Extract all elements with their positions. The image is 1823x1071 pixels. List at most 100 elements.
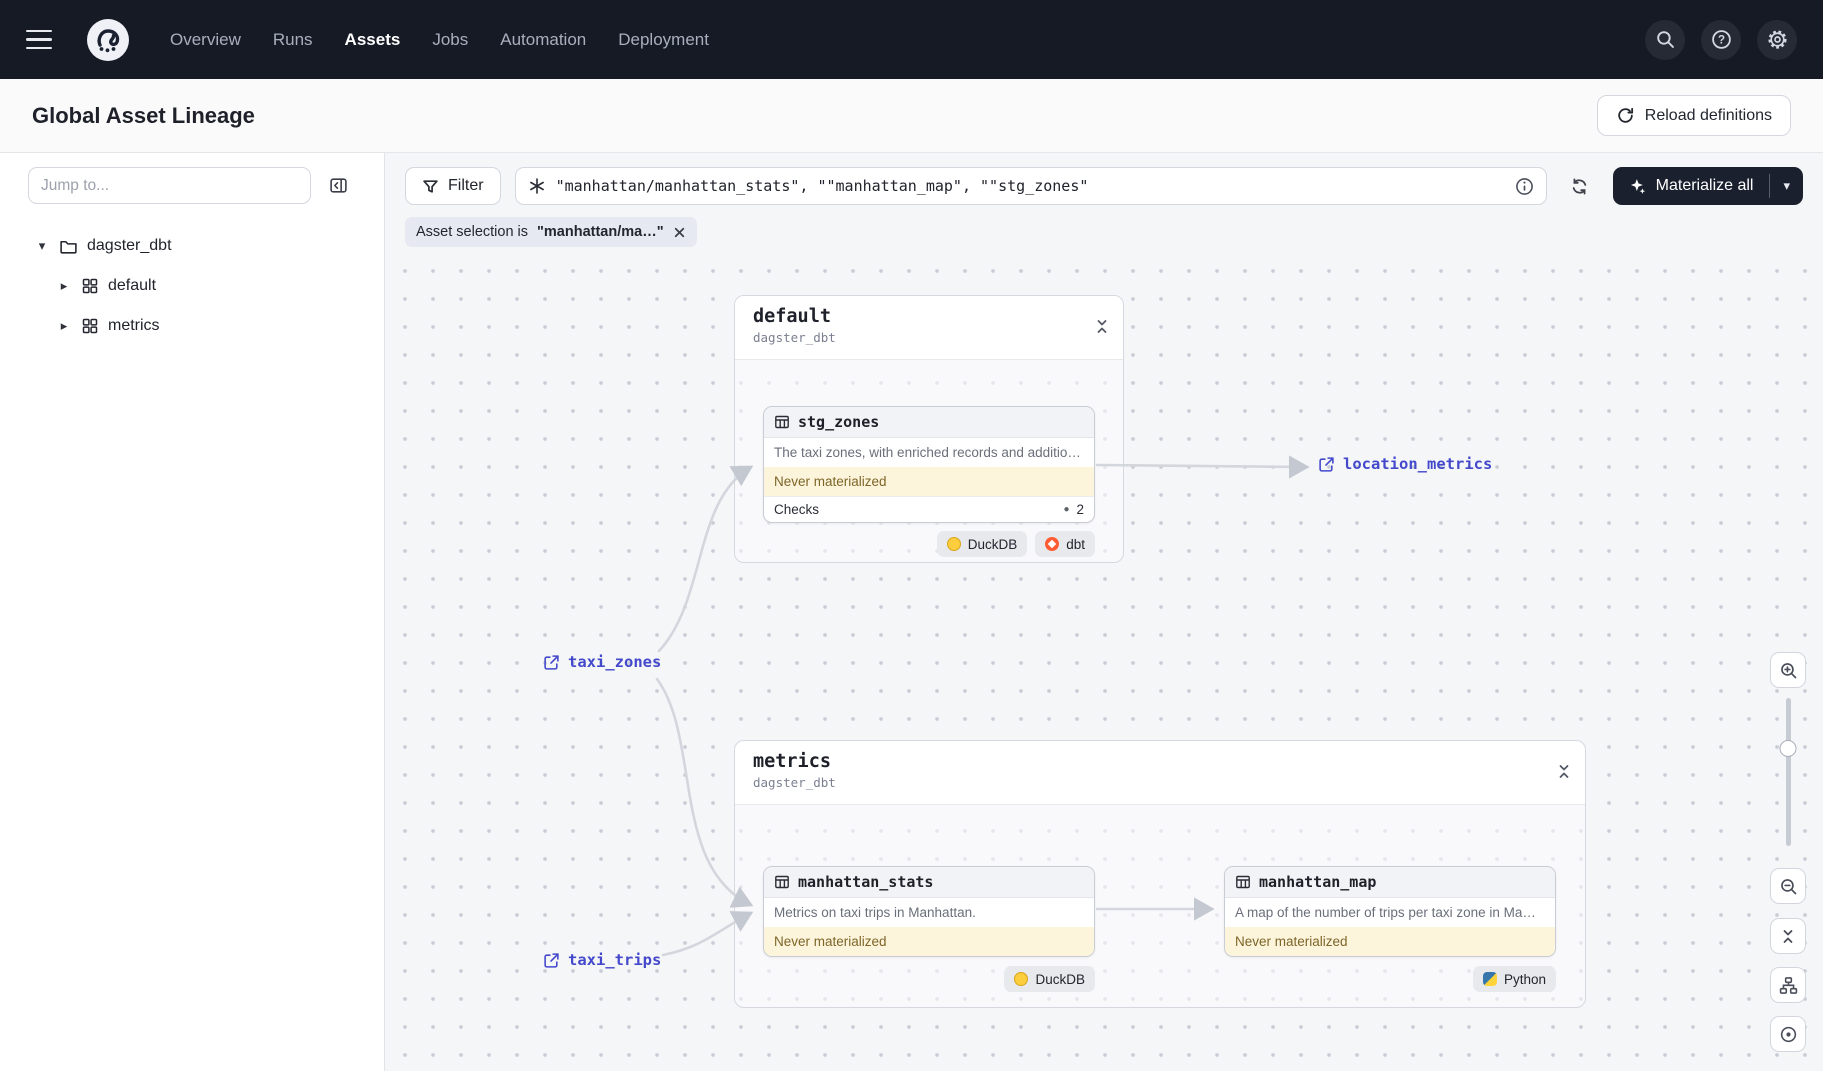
lineage-canvas[interactable]: default dagster_dbt metrics dagster_dbt (385, 255, 1823, 1071)
nav-item-deployment[interactable]: Deployment (618, 30, 709, 50)
tree-item-metrics[interactable]: ▸ metrics (0, 306, 384, 346)
collapse-panel-icon (329, 176, 348, 195)
external-asset-label: location_metrics (1343, 455, 1492, 473)
materialize-all-split-button: Materialize all ▾ (1613, 167, 1803, 205)
zoom-in-icon (1779, 661, 1798, 680)
search-button[interactable] (1645, 20, 1685, 60)
graph-toolbar: Filter (405, 167, 1803, 205)
dagster-logo-icon[interactable] (86, 18, 130, 62)
caret-right-icon[interactable]: ▸ (56, 278, 72, 294)
asset-node-manhattan-stats[interactable]: manhattan_stats Metrics on taxi trips in… (763, 866, 1095, 957)
zoom-in-button[interactable] (1770, 652, 1806, 688)
edge-taxi-zones-stg-zones (659, 467, 751, 651)
nav-item-runs[interactable]: Runs (273, 30, 313, 50)
info-icon[interactable] (1515, 177, 1534, 196)
external-link-icon (543, 654, 560, 671)
asset-selection-icon (528, 177, 546, 195)
caret-right-icon[interactable]: ▸ (56, 318, 72, 334)
search-icon (1655, 29, 1676, 50)
graph-layout-button[interactable] (1770, 967, 1806, 1003)
reload-definitions-button[interactable]: Reload definitions (1597, 95, 1791, 136)
table-icon (774, 874, 790, 890)
tag-duckdb[interactable]: DuckDB (937, 531, 1028, 557)
zoom-slider-thumb[interactable] (1780, 740, 1797, 757)
asset-status-badge: Never materialized (1225, 927, 1555, 956)
tag-duckdb[interactable]: DuckDB (1004, 966, 1095, 992)
zoom-out-button[interactable] (1770, 868, 1806, 904)
asset-selection-input[interactable] (556, 177, 1505, 195)
external-link-icon (543, 952, 560, 969)
tree-item-label: dagster_dbt (87, 237, 172, 255)
tag-label: Python (1504, 972, 1546, 987)
edge-stg-zones-location-metrics (1097, 465, 1307, 467)
tree-item-dagster-dbt[interactable]: ▾ dagster_dbt (0, 226, 384, 266)
nav-links: Overview Runs Assets Jobs Automation Dep… (170, 30, 709, 50)
caret-down-icon[interactable]: ▾ (34, 238, 50, 254)
nav-item-automation[interactable]: Automation (500, 30, 586, 50)
asset-selection-input-wrap (515, 167, 1547, 205)
asset-status-badge: Never materialized (764, 927, 1094, 956)
dbt-icon (1045, 537, 1059, 551)
stg-zones-tags: DuckDB dbt (763, 531, 1095, 557)
tag-label: DuckDB (1035, 972, 1085, 987)
asset-description: The taxi zones, with enriched records an… (764, 438, 1094, 467)
asset-group-icon (81, 277, 99, 295)
asset-name: manhattan_map (1259, 873, 1376, 891)
external-asset-taxi-zones[interactable]: taxi_zones (543, 653, 661, 671)
help-button[interactable]: ? (1701, 20, 1741, 60)
materialize-all-label: Materialize all (1656, 177, 1754, 195)
refresh-icon (1570, 177, 1589, 196)
tag-python[interactable]: Python (1473, 966, 1556, 992)
nav-item-jobs[interactable]: Jobs (432, 30, 468, 50)
duckdb-icon (1014, 972, 1028, 986)
materialize-options-button[interactable]: ▾ (1770, 167, 1803, 205)
jump-to-input[interactable] (28, 167, 311, 204)
nav-item-assets[interactable]: Assets (345, 30, 401, 50)
settings-button[interactable] (1757, 20, 1797, 60)
tag-label: DuckDB (968, 537, 1018, 552)
asset-description: A map of the number of trips per taxi zo… (1225, 898, 1555, 927)
reload-icon (1616, 106, 1635, 125)
external-asset-location-metrics[interactable]: location_metrics (1318, 455, 1492, 473)
gear-icon (1766, 28, 1789, 51)
filter-button[interactable]: Filter (405, 167, 501, 205)
tag-dbt[interactable]: dbt (1035, 531, 1095, 557)
tree-item-label: default (108, 277, 156, 295)
asset-group-tree: ▾ dagster_dbt ▸ default ▸ (0, 226, 384, 346)
asset-selection-chip[interactable]: Asset selection is "manhattan/ma…" (405, 217, 697, 247)
edge-taxi-trips-manhattan-stats (663, 913, 751, 955)
asset-checks-row[interactable]: Checks ● 2 (764, 496, 1094, 522)
hamburger-menu-icon[interactable] (26, 20, 66, 60)
materialize-all-button[interactable]: Materialize all (1613, 167, 1770, 205)
chip-close-button[interactable] (673, 226, 686, 239)
recenter-icon (1779, 1025, 1798, 1044)
top-nav: Overview Runs Assets Jobs Automation Dep… (0, 0, 1823, 79)
asset-status-badge: Never materialized (764, 467, 1094, 496)
external-asset-label: taxi_trips (568, 951, 661, 969)
manhattan-map-tags: Python (1224, 966, 1556, 992)
asset-node-manhattan-map[interactable]: manhattan_map A map of the number of tri… (1224, 866, 1556, 957)
table-icon (774, 414, 790, 430)
manhattan-stats-tags: DuckDB (763, 966, 1095, 992)
tree-item-default[interactable]: ▸ default (0, 266, 384, 306)
asset-description: Metrics on taxi trips in Manhattan. (764, 898, 1094, 927)
folder-icon (59, 237, 78, 256)
page-header: Global Asset Lineage Reload definitions (0, 79, 1823, 153)
help-icon: ? (1711, 29, 1732, 50)
recenter-button[interactable] (1770, 1016, 1806, 1052)
collapse-all-groups-button[interactable] (1770, 918, 1806, 954)
edge-taxi-zones-manhattan-stats (657, 679, 751, 905)
duckdb-icon (947, 537, 961, 551)
chevron-down-icon: ▾ (1783, 178, 1790, 194)
checks-status-dot: ● (1063, 504, 1069, 515)
refresh-button[interactable] (1561, 167, 1599, 205)
zoom-slider[interactable] (1770, 698, 1806, 846)
external-asset-taxi-trips[interactable]: taxi_trips (543, 951, 661, 969)
collapse-vertical-icon (1781, 928, 1795, 945)
nav-item-overview[interactable]: Overview (170, 30, 241, 50)
asset-node-stg-zones[interactable]: stg_zones The taxi zones, with enriched … (763, 406, 1095, 523)
collapse-panel-button[interactable] (320, 168, 356, 204)
table-icon (1235, 874, 1251, 890)
materialize-sparkle-icon (1629, 178, 1646, 195)
asset-name: manhattan_stats (798, 873, 933, 891)
